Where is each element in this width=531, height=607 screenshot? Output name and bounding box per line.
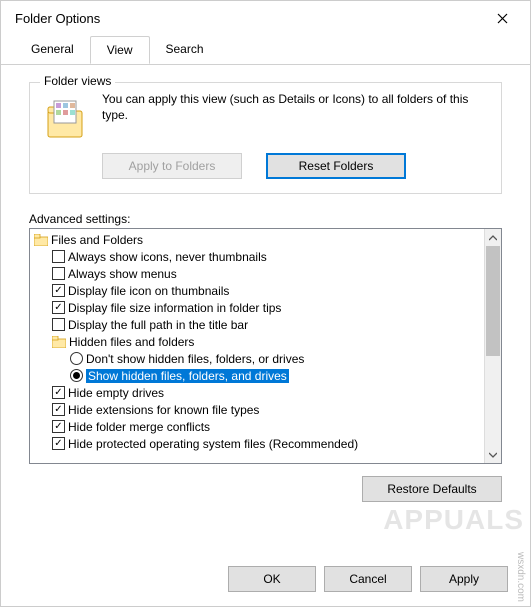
folder-options-window: Folder Options General View Search Folde…	[0, 0, 531, 607]
option-show-hidden[interactable]: Show hidden files, folders, and drives	[34, 367, 484, 384]
tab-general[interactable]: General	[15, 36, 90, 64]
tab-view[interactable]: View	[90, 36, 150, 64]
checkbox-icon: ✓	[52, 301, 65, 314]
checkbox-icon	[52, 267, 65, 280]
option-display-file-size[interactable]: ✓ Display file size information in folde…	[34, 299, 484, 316]
tree-root-label: Files and Folders	[51, 233, 143, 247]
checkbox-icon: ✓	[52, 284, 65, 297]
checkbox-icon: ✓	[52, 403, 65, 416]
apply-to-folders-button: Apply to Folders	[102, 153, 242, 179]
reset-folders-button[interactable]: Reset Folders	[266, 153, 406, 179]
close-icon	[497, 13, 508, 24]
advanced-settings-label: Advanced settings:	[29, 212, 508, 226]
checkbox-icon: ✓	[52, 386, 65, 399]
tree-content[interactable]: Files and Folders Always show icons, nev…	[30, 229, 484, 463]
scroll-up-button[interactable]	[485, 229, 501, 246]
restore-defaults-button[interactable]: Restore Defaults	[362, 476, 502, 502]
option-display-file-icon[interactable]: ✓ Display file icon on thumbnails	[34, 282, 484, 299]
tab-content: Folder views You can apply t	[1, 64, 530, 516]
option-hide-extensions[interactable]: ✓ Hide extensions for known file types	[34, 401, 484, 418]
titlebar: Folder Options	[1, 1, 530, 35]
option-always-show-menus[interactable]: Always show menus	[34, 265, 484, 282]
option-display-full-path[interactable]: Display the full path in the title bar	[34, 316, 484, 333]
folder-icon	[34, 234, 48, 246]
folder-view-icon	[40, 95, 88, 143]
tree-root-files-folders: Files and Folders	[34, 231, 484, 248]
scroll-track[interactable]	[485, 246, 501, 446]
option-hide-protected-os-files[interactable]: ✓ Hide protected operating system files …	[34, 435, 484, 452]
folder-icon	[52, 336, 66, 348]
tree-scrollbar[interactable]	[484, 229, 501, 463]
radio-icon	[70, 352, 83, 365]
ok-button[interactable]: OK	[228, 566, 316, 592]
radio-icon	[70, 369, 83, 382]
folder-views-legend: Folder views	[40, 74, 115, 88]
chevron-up-icon	[489, 235, 497, 241]
dialog-buttons: OK Cancel Apply	[228, 566, 508, 592]
checkbox-icon: ✓	[52, 437, 65, 450]
option-dont-show-hidden[interactable]: Don't show hidden files, folders, or dri…	[34, 350, 484, 367]
checkbox-icon	[52, 250, 65, 263]
apply-button[interactable]: Apply	[420, 566, 508, 592]
option-hide-merge-conflicts[interactable]: ✓ Hide folder merge conflicts	[34, 418, 484, 435]
folder-views-group: Folder views You can apply t	[29, 82, 502, 194]
scroll-down-button[interactable]	[485, 446, 501, 463]
advanced-settings-tree: Files and Folders Always show icons, nev…	[29, 228, 502, 464]
tree-hidden-files-group: Hidden files and folders	[34, 333, 484, 350]
scroll-thumb[interactable]	[486, 246, 500, 356]
chevron-down-icon	[489, 452, 497, 458]
checkbox-icon: ✓	[52, 420, 65, 433]
option-always-show-icons[interactable]: Always show icons, never thumbnails	[34, 248, 484, 265]
cancel-button[interactable]: Cancel	[324, 566, 412, 592]
watermark-source: wsxdn.com	[515, 552, 526, 602]
tab-strip: General View Search	[1, 36, 530, 65]
close-button[interactable]	[482, 4, 522, 32]
folder-views-text: You can apply this view (such as Details…	[102, 91, 491, 123]
tab-search[interactable]: Search	[150, 36, 220, 64]
window-title: Folder Options	[15, 11, 482, 26]
checkbox-icon	[52, 318, 65, 331]
option-hide-empty-drives[interactable]: ✓ Hide empty drives	[34, 384, 484, 401]
